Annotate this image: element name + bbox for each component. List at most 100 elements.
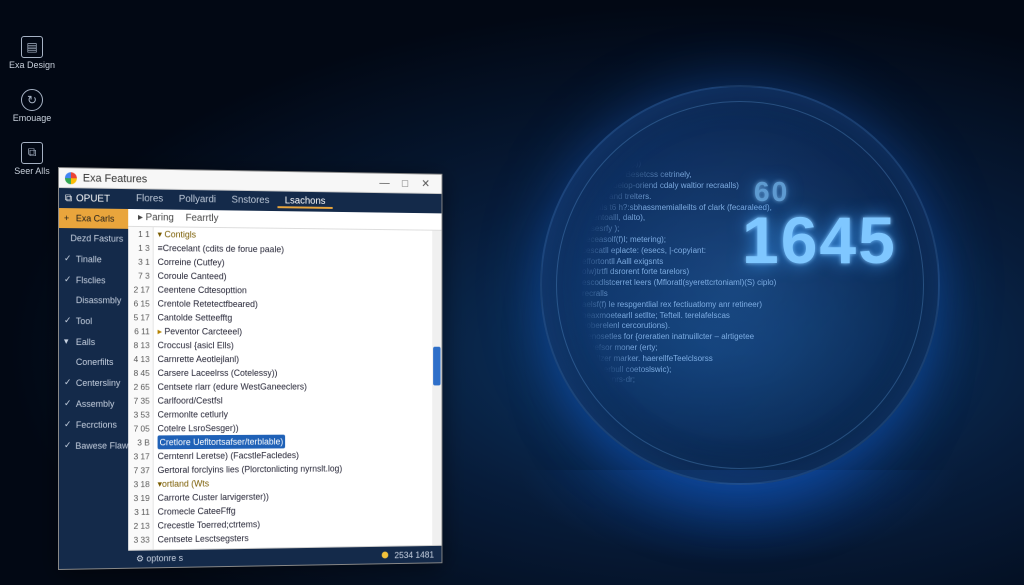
toolbar-col-paring[interactable]: ▸ Paring — [138, 212, 174, 223]
code-line[interactable]: Cantolde Setteefftg — [154, 310, 433, 325]
sidebar-item-label: Ealls — [76, 337, 95, 347]
disc-number-top: 60 — [754, 176, 789, 208]
copy-icon: ⧉ — [21, 142, 43, 164]
window-title: Exa Features — [83, 172, 374, 189]
disc-code-overlay: (Beceertrceerlr ti…lallceld dft reprette… — [582, 127, 898, 443]
line-area[interactable]: ▾ Contigls ≡Crecelant (cdits de forue pa… — [154, 227, 433, 549]
disc-code-line: elertdillg ateegl)) — [582, 159, 898, 170]
disc-code-line: beaxmoetearll setllte; Teftell. terelafe… — [582, 311, 898, 322]
sidebar-item[interactable]: ✓ Tool — [59, 310, 128, 331]
code-line[interactable]: Cermonlte cetlurly — [154, 407, 433, 422]
disc-code-line: tOxefsor moner (erty; — [582, 343, 898, 354]
disc-code-line: aelsf(f) le respgentlial rex fectiuatlom… — [582, 300, 898, 311]
status-dot-icon — [382, 552, 389, 559]
check-icon: ✓ — [64, 315, 72, 326]
code-line[interactable]: Carnrette Aeotlejlanl) — [154, 352, 433, 366]
sidebar-item[interactable]: ▾ Ealls — [59, 331, 128, 352]
disc-code-line: recralls — [582, 289, 898, 300]
sidebar-item-label: Assembly — [76, 398, 115, 408]
sidebar-item-label: Exa Carls — [76, 213, 115, 223]
disc-code-line: dellcetl and trelters. — [582, 192, 898, 203]
status-position: 2534 1481 — [394, 549, 434, 559]
scrollbar-thumb[interactable] — [433, 347, 440, 386]
check-icon: ✓ — [64, 440, 71, 451]
code-line[interactable]: Crentole Retetectfbeared) — [154, 297, 433, 312]
sidebar-item-label: Dezd Fasturs — [70, 233, 123, 244]
status-options[interactable]: ⚙ optonre s — [136, 553, 183, 565]
sidebar-item[interactable]: Conerfilts — [59, 352, 128, 372]
desktop-icons: ▤ Exa Design ↻ Emouage ⧉ Seer Alls — [8, 36, 56, 195]
desktop-icon-label: Emouage — [13, 114, 52, 124]
menu-tab[interactable]: Snstores — [224, 194, 277, 208]
disc-code-line: celd dft repretters — [582, 149, 898, 160]
disc-number-main: 1645 — [742, 203, 897, 277]
content-pane: ▸ Paring Fearrtly 1 11 33 17 32 176 155 … — [128, 209, 441, 568]
maximize-button[interactable]: □ — [395, 177, 416, 189]
desktop-icon-seer-alls[interactable]: ⧉ Seer Alls — [8, 142, 56, 177]
sidebar-item[interactable]: ✓ Assembly — [59, 393, 128, 414]
disc-code-line: ceerlr ti…lall — [582, 138, 898, 149]
menu-tabs: FloresPollyardiSnstoresLsachons — [128, 193, 333, 209]
sidebar-item-label: Bawese Flaw — [75, 440, 128, 450]
sidebar-item-label: Tool — [76, 316, 92, 326]
disc-code-line: tlesfllzer marker. haerellfeTeelclsorss — [582, 354, 898, 365]
box-icon: ⧉ — [65, 193, 72, 204]
disc-code-line: orls n erbull coetoslswic); — [582, 365, 898, 376]
sidebar-item[interactable]: ✓ Fecrctions — [59, 414, 128, 435]
app-window: Exa Features — □ ✕ ⧉ OPUET FloresPollyar… — [58, 167, 442, 570]
sidebar-item[interactable]: + Exa Carls — [59, 208, 128, 229]
desktop-icon-label: Exa Design — [9, 61, 55, 71]
sidebar-item-label: Disassmbly — [76, 295, 121, 305]
toolbar-col-fearrtly[interactable]: Fearrtly — [186, 213, 219, 224]
sidebar-item-label: Flsclies — [76, 275, 106, 285]
desktop-icon-label: Seer Alls — [14, 167, 50, 177]
app-logo-icon — [65, 172, 77, 184]
check-icon: ✓ — [64, 253, 72, 264]
sidebar-item[interactable]: ✓ Tinalle — [59, 248, 128, 270]
code-list: 1 11 33 17 32 176 155 176 118 134 138 45… — [128, 227, 441, 550]
sidebar: + Exa Carls Dezd Fasturs ✓ Tinalle ✓ Flsclies D… — [59, 208, 128, 569]
check-icon: ✓ — [64, 419, 72, 430]
disc-code-line: (Beceertr — [582, 127, 898, 138]
sidebar-item[interactable]: ✓ Centersliny — [59, 372, 128, 393]
check-icon: ✓ — [64, 377, 72, 388]
side-header-label: OPUET — [76, 193, 110, 204]
disc-big-number: 60 1645 — [742, 202, 897, 279]
menu-tab[interactable]: Pollyardi — [171, 193, 224, 207]
hologram-disc: (Beceertrceerlr ti…lallceld dft reprette… — [540, 85, 940, 485]
sidebar-item-label: Conerfilts — [76, 357, 114, 367]
desktop-icon-emouage[interactable]: ↻ Emouage — [8, 89, 56, 124]
code-line[interactable]: Centsete rlarr (edure WestGaneeclers) — [154, 380, 433, 394]
side-header[interactable]: ⧉ OPUET — [59, 193, 128, 205]
sidebar-item[interactable]: ✓ Flsclies — [59, 269, 128, 290]
code-line[interactable]: Croccusl {asicl Ells) — [154, 338, 433, 352]
minimize-button[interactable]: — — [374, 177, 395, 189]
code-line[interactable]: Carlfoord/Cestfsl — [154, 393, 433, 408]
check-icon: + — [64, 213, 72, 223]
desktop-icon-exa-design[interactable]: ▤ Exa Design — [8, 36, 56, 71]
disc-code-line: escodlstcerret leers (Mfloratl(syerettcr… — [582, 278, 898, 289]
disc-code-line: cefl (alfee – Besetcss cetrinely, — [582, 170, 898, 181]
sidebar-item[interactable]: Dezd Fasturs — [59, 228, 128, 249]
disc-code-line: lodtrenl (belop-oriend cdaly waltior rec… — [582, 181, 898, 192]
check-icon: ✓ — [64, 274, 72, 285]
code-line[interactable]: Carsere Laceelrss (Cotelessy)) — [154, 366, 433, 380]
line-gutter: 1 11 33 17 32 176 155 176 118 134 138 45… — [128, 227, 153, 550]
menu-tab[interactable]: Lsachons — [277, 195, 333, 209]
sidebar-item-label: Fecrctions — [76, 419, 117, 429]
menu-tab[interactable]: Flores — [128, 193, 171, 207]
disc-code-line: tpliexe anrs-dr; — [582, 375, 898, 386]
floor-reflection — [480, 470, 1000, 580]
page-icon: ▤ — [21, 36, 43, 58]
vertical-scrollbar[interactable] — [432, 231, 441, 545]
sidebar-item[interactable]: ✓ Bawese Flaw — [59, 435, 128, 456]
check-icon: ▾ — [64, 336, 72, 347]
sidebar-item-label: Tinalle — [76, 254, 102, 264]
check-icon: ✓ — [64, 398, 72, 409]
sidebar-item[interactable]: Disassmbly — [59, 290, 128, 310]
code-line[interactable]: ▸ Peventor Carcteeel) — [154, 324, 433, 339]
close-button[interactable]: ✕ — [415, 177, 435, 190]
arrow-circle-icon: ↻ — [21, 89, 43, 111]
sidebar-item-label: Centersliny — [76, 377, 120, 387]
disc-code-line: Senosetles for {oreratien inatnuillcter … — [582, 332, 898, 343]
